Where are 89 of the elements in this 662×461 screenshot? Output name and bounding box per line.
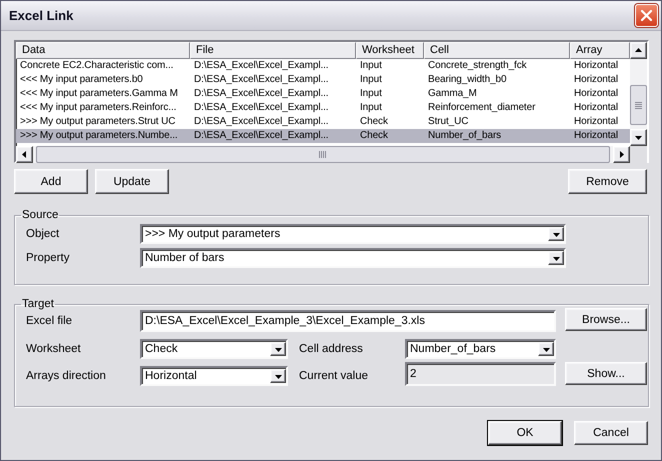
table-cell-text: Concrete_strength_fck: [427, 59, 528, 73]
close-icon: [640, 9, 653, 22]
column-header[interactable]: Data: [16, 42, 190, 59]
field-label: Cell address: [299, 342, 364, 357]
table-cell-text: Reinforcement_diameter: [427, 101, 536, 115]
grip-icon: [319, 151, 327, 158]
window-title: Excel Link: [9, 8, 74, 23]
scroll-left-button[interactable]: [16, 146, 33, 163]
table-row[interactable]: Concrete EC2.Characteristic com... D:\ESA_Excel\Excel_Exampl... Input Concrete_strength_fck Horizontal: [16, 59, 630, 73]
update-button[interactable]: Update: [95, 169, 169, 194]
table-cell-text: Horizontal: [573, 73, 620, 87]
dropdown-arrow-icon: [274, 372, 282, 380]
dialog-button[interactable]: Cancel: [574, 421, 648, 445]
table-row[interactable]: <<< My input parameters.Reinforc... D:\ESA_Excel\Excel_Exampl... Input Reinforcement_diameter Horizontal: [16, 101, 630, 115]
down-arrow-icon: [635, 134, 642, 141]
table-cell-text: <<< My input parameters.b0: [19, 73, 144, 87]
dropdown-button[interactable]: [270, 369, 286, 383]
column-header[interactable]: Array: [570, 42, 630, 59]
column-header[interactable]: File: [190, 42, 356, 59]
scrollbar-corner: [630, 146, 647, 163]
table-cell-text: Concrete EC2.Characteristic com...: [19, 59, 174, 73]
cell-address-dropdown[interactable]: Number_of_bars: [405, 339, 556, 359]
table-cell-text: D:\ESA_Excel\Excel_Exampl...: [193, 115, 330, 129]
table-row[interactable]: >>> My output parameters.Numbe... D:\ESA_Excel\Excel_Exampl... Check Number_of_bars Horizontal: [16, 129, 630, 143]
field-label: Arrays direction: [26, 369, 107, 384]
dropdown-button[interactable]: [548, 227, 564, 241]
grip-icon: [635, 102, 642, 108]
table-cell-text: Horizontal: [573, 101, 620, 115]
dropdown-arrow-icon: [552, 230, 560, 238]
field-label: Object: [26, 227, 60, 242]
dropdown-button[interactable]: [548, 251, 564, 265]
object-dropdown[interactable]: >>> My output parameters: [140, 224, 566, 244]
add-button[interactable]: Add: [14, 169, 88, 194]
show-button[interactable]: Show...: [565, 362, 647, 385]
table-row[interactable]: <<< My input parameters.Gamma M D:\ESA_Excel\Excel_Exampl... Input Gamma_M Horizontal: [16, 87, 630, 101]
table-cell-text: Number_of_bars: [427, 129, 502, 143]
dropdown-button[interactable]: [538, 342, 554, 356]
table-cell-text: Horizontal: [573, 129, 620, 143]
table-row[interactable]: <<< My input parameters.b0 D:\ESA_Excel\Excel_Exampl... Input Bearing_width_b0 Horizontal: [16, 73, 630, 87]
table-cell-text: Horizontal: [573, 87, 620, 101]
field-label: Current value: [299, 369, 370, 384]
scroll-down-button[interactable]: [630, 129, 647, 146]
dropdown-arrow-icon: [552, 254, 560, 262]
table-cell-text: Input: [359, 73, 383, 87]
property-dropdown[interactable]: Number of bars: [140, 248, 566, 268]
remove-button[interactable]: Remove: [568, 169, 647, 194]
vertical-scrollbar[interactable]: [630, 42, 647, 146]
up-arrow-icon: [635, 47, 642, 54]
browse-button[interactable]: Browse...: [565, 308, 647, 331]
table-cell-text: Check: [359, 129, 389, 143]
table-cell-text: Gamma_M: [427, 87, 478, 101]
scroll-thumb[interactable]: [630, 85, 647, 125]
table-cell-text: Input: [359, 87, 383, 101]
table-cell-text: Horizontal: [573, 115, 620, 129]
left-arrow-icon: [21, 151, 28, 158]
dropdown-arrow-icon: [542, 346, 550, 352]
table-cell-text: <<< My input parameters.Reinforc...: [19, 101, 178, 115]
table-cell-text: Input: [359, 101, 383, 115]
worksheet-dropdown[interactable]: Check: [140, 339, 288, 359]
field-label: Excel file: [26, 314, 74, 329]
field-label: Property: [26, 251, 70, 266]
table-cell-text: D:\ESA_Excel\Excel_Exampl...: [193, 73, 330, 87]
close-button[interactable]: [635, 4, 658, 27]
table-cell-text: Check: [359, 115, 389, 129]
arrays-direction-dropdown[interactable]: Horizontal: [140, 366, 288, 386]
table-cell-text: D:\ESA_Excel\Excel_Exampl...: [193, 129, 330, 143]
table-cell-text: >>> My output parameters.Numbe...: [19, 129, 179, 143]
group-title: Source: [21, 209, 60, 221]
table-cell-text: D:\ESA_Excel\Excel_Exampl...: [193, 59, 330, 73]
scroll-up-button[interactable]: [630, 42, 647, 59]
right-arrow-icon: [618, 151, 625, 158]
table-cell-text: Bearing_width_b0: [427, 73, 508, 87]
group-title: Target: [21, 298, 55, 310]
field-label: Worksheet: [26, 342, 82, 357]
dialog-button[interactable]: OK: [488, 421, 562, 445]
column-header[interactable]: Worksheet: [356, 42, 424, 59]
table-cell-text: >>> My output parameters.Strut UC: [19, 115, 176, 129]
column-header[interactable]: Cell: [424, 42, 570, 59]
dropdown-button[interactable]: [270, 342, 286, 356]
table-row[interactable]: >>> My output parameters.Strut UC D:\ESA_Excel\Excel_Exampl... Check Strut_UC Horizontal: [16, 115, 630, 129]
table-cell-text: <<< My input parameters.Gamma M: [19, 87, 179, 101]
table-cell-text: D:\ESA_Excel\Excel_Exampl...: [193, 87, 330, 101]
table-cell-text: Input: [359, 59, 383, 73]
table-cell-text: Strut_UC: [427, 115, 470, 129]
excel-file-field[interactable]: D:\ESA_Excel\Excel_Example_3\Excel_Example_3.xls: [140, 310, 556, 332]
table-cell-text: D:\ESA_Excel\Excel_Exampl...: [193, 101, 330, 115]
dropdown-arrow-icon: [274, 346, 282, 352]
table-cell-text: Horizontal: [573, 59, 620, 73]
scroll-right-button[interactable]: [613, 146, 630, 163]
